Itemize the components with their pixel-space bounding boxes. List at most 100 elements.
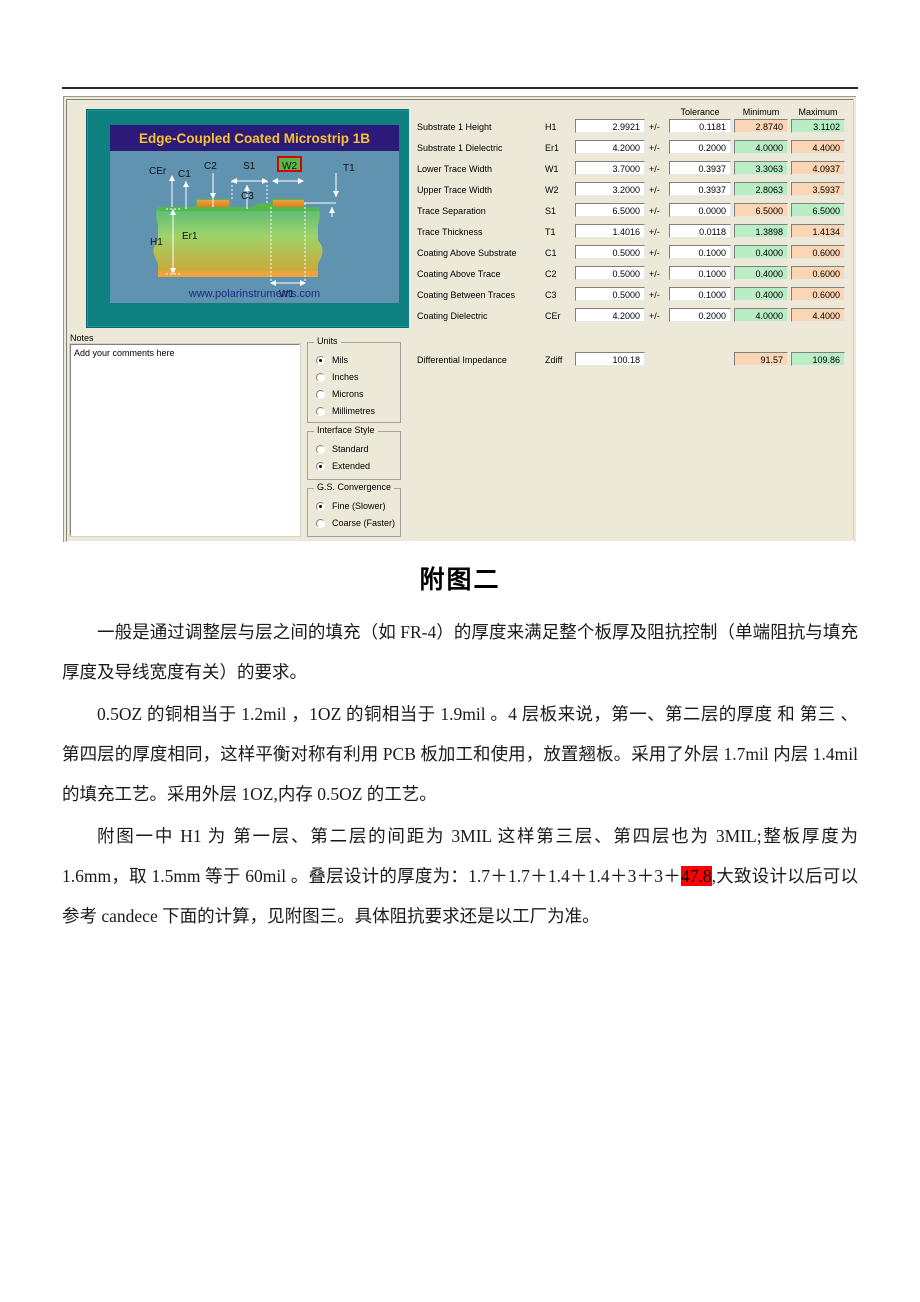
parameter-row: Upper Trace Width W2 3.2000 +/- 0.3937 2.8063…: [409, 181, 850, 202]
plus-minus-label: +/-: [649, 248, 660, 258]
gs-convergence-option-coarse[interactable]: Coarse (Faster): [316, 515, 395, 531]
units-group-title: Units: [314, 337, 341, 346]
gs-convergence-option-label: Coarse (Faster): [332, 518, 396, 528]
gs-convergence-option-fine[interactable]: Fine (Slower): [316, 498, 386, 514]
parameter-label: Lower Trace Width: [417, 164, 493, 174]
parameter-row: Coating Between Traces C3 0.5000 +/- 0.1000 0…: [409, 286, 850, 307]
parameter-value-field[interactable]: 0.5000: [575, 245, 645, 259]
parameter-maximum-field: 3.1102: [791, 119, 845, 133]
parameter-minimum-field: 0.4000: [734, 287, 788, 301]
radio-icon[interactable]: [316, 406, 325, 416]
interface-style-group-title: Interface Style: [314, 426, 378, 435]
document-body: 附图二 一般是通过调整层与层之间的填充（如 FR-4）的厚度来满足整个板厚及阻抗…: [0, 560, 920, 936]
diagram-label-er1: Er1: [182, 231, 198, 242]
parameter-tolerance-field[interactable]: 0.1000: [669, 245, 731, 259]
notes-label: Notes: [70, 333, 94, 343]
plus-minus-label: +/-: [649, 122, 660, 132]
parameter-value-field[interactable]: 0.5000: [575, 287, 645, 301]
diagram-label-c1: C1: [178, 169, 191, 180]
interface-style-option-label: Extended: [332, 461, 371, 471]
plus-minus-label: +/-: [649, 164, 660, 174]
parameter-label: Coating Above Trace: [417, 269, 501, 279]
parameter-value-field[interactable]: 2.9921: [575, 119, 645, 133]
parameter-row: Coating Above Trace C2 0.5000 +/- 0.1000 0.40…: [409, 265, 850, 286]
parameter-maximum-field: 6.5000: [791, 203, 845, 217]
gs-convergence-option-label: Fine (Slower): [332, 501, 386, 511]
result-row-differential-impedance: Differential Impedance Zdiff 100.18 91.5…: [409, 351, 850, 372]
parameter-label: Upper Trace Width: [417, 185, 493, 195]
parameter-label: Coating Above Substrate: [417, 248, 517, 258]
radio-icon[interactable]: [316, 389, 325, 399]
parameter-maximum-field: 0.6000: [791, 245, 845, 259]
parameter-minimum-field: 2.8740: [734, 119, 788, 133]
diagram-label-t1: T1: [343, 163, 355, 174]
gs-convergence-group-title: G.S. Convergence: [314, 483, 395, 492]
gs-convergence-groupbox: G.S. Convergence Fine (Slower) Coarse (F…: [307, 483, 401, 537]
window-inner-divider: [853, 99, 854, 540]
diagram-label-c3: C3: [241, 191, 254, 202]
parameter-value-field[interactable]: 4.2000: [575, 308, 645, 322]
parameter-label: Substrate 1 Dielectric: [417, 143, 503, 153]
result-value-field[interactable]: 100.18: [575, 352, 645, 366]
parameter-maximum-field: 4.0937: [791, 161, 845, 175]
parameter-value-field[interactable]: 6.5000: [575, 203, 645, 217]
parameter-symbol: C2: [545, 269, 557, 279]
column-header-maximum: Maximum: [798, 107, 838, 117]
parameter-tolerance-field[interactable]: 0.3937: [669, 182, 731, 196]
radio-icon[interactable]: [316, 518, 325, 528]
parameter-row: Lower Trace Width W1 3.7000 +/- 0.3937 3.3063…: [409, 160, 850, 181]
parameter-minimum-field: 6.5000: [734, 203, 788, 217]
parameter-value-field[interactable]: 1.4016: [575, 224, 645, 238]
parameter-minimum-field: 0.4000: [734, 266, 788, 280]
interface-style-option-extended[interactable]: Extended: [316, 458, 370, 474]
parameter-tolerance-field[interactable]: 0.2000: [669, 308, 731, 322]
radio-icon[interactable]: [316, 501, 325, 511]
diagram-watermark: www.polarinstruments.com: [188, 288, 320, 300]
interface-style-option-label: Standard: [332, 444, 369, 454]
app-client-area: Edge-Coupled Coated Microstrip 1B CEr C1…: [64, 97, 856, 542]
parameter-value-field[interactable]: 3.2000: [575, 182, 645, 196]
plus-minus-label: +/-: [649, 206, 660, 216]
parameter-tolerance-field[interactable]: 0.0118: [669, 224, 731, 238]
parameter-minimum-field: 2.8063: [734, 182, 788, 196]
result-maximum-field: 109.86: [791, 352, 845, 366]
result-symbol: Zdiff: [545, 355, 563, 365]
parameter-label: Trace Separation: [417, 206, 486, 216]
parameter-value-field[interactable]: 4.2000: [575, 140, 645, 154]
units-option-microns[interactable]: Microns: [316, 386, 364, 402]
parameter-symbol: W1: [545, 164, 559, 174]
parameter-tolerance-field[interactable]: 0.1000: [669, 287, 731, 301]
parameter-minimum-field: 0.4000: [734, 245, 788, 259]
parameter-tolerance-field[interactable]: 0.0000: [669, 203, 731, 217]
parameter-tolerance-field[interactable]: 0.1181: [669, 119, 731, 133]
parameter-maximum-field: 4.4000: [791, 308, 845, 322]
plus-minus-label: +/-: [649, 269, 660, 279]
radio-icon[interactable]: [316, 372, 325, 382]
parameter-label: Substrate 1 Height: [417, 122, 492, 132]
radio-icon[interactable]: [316, 461, 325, 471]
parameter-tolerance-field[interactable]: 0.1000: [669, 266, 731, 280]
parameter-table: Tolerance Minimum Maximum Substrate 1 He…: [409, 102, 850, 536]
units-option-inches[interactable]: Inches: [316, 369, 359, 385]
parameter-value-field[interactable]: 3.7000: [575, 161, 645, 175]
units-option-mils[interactable]: Mils: [316, 352, 348, 368]
parameter-symbol: Er1: [545, 143, 560, 153]
parameter-maximum-field: 4.4000: [791, 140, 845, 154]
parameter-maximum-field: 0.6000: [791, 266, 845, 280]
parameter-value-field[interactable]: 0.5000: [575, 266, 645, 280]
document-paragraph-with-highlight: 附图一中 H1 为 第一层、第二层的间距为 3MIL 这样第三层、第四层也为 3…: [62, 816, 858, 936]
units-option-millimetres[interactable]: Millimetres: [316, 403, 375, 419]
parameter-symbol: CEr: [545, 311, 561, 321]
notes-textarea[interactable]: Add your comments here: [69, 343, 301, 537]
radio-icon[interactable]: [316, 355, 325, 365]
column-header-minimum: Minimum: [742, 107, 780, 117]
page-top-rule: [62, 87, 858, 89]
units-option-label: Mils: [332, 355, 348, 365]
structure-graphic-inner: Edge-Coupled Coated Microstrip 1B CEr C1…: [96, 119, 413, 318]
parameter-tolerance-field[interactable]: 0.2000: [669, 140, 731, 154]
radio-icon[interactable]: [316, 444, 325, 454]
units-groupbox: Units Mils Inches Microns Millimetres: [307, 337, 401, 423]
parameter-tolerance-field[interactable]: 0.3937: [669, 161, 731, 175]
interface-style-option-standard[interactable]: Standard: [316, 441, 369, 457]
parameter-label: Coating Between Traces: [417, 290, 516, 300]
